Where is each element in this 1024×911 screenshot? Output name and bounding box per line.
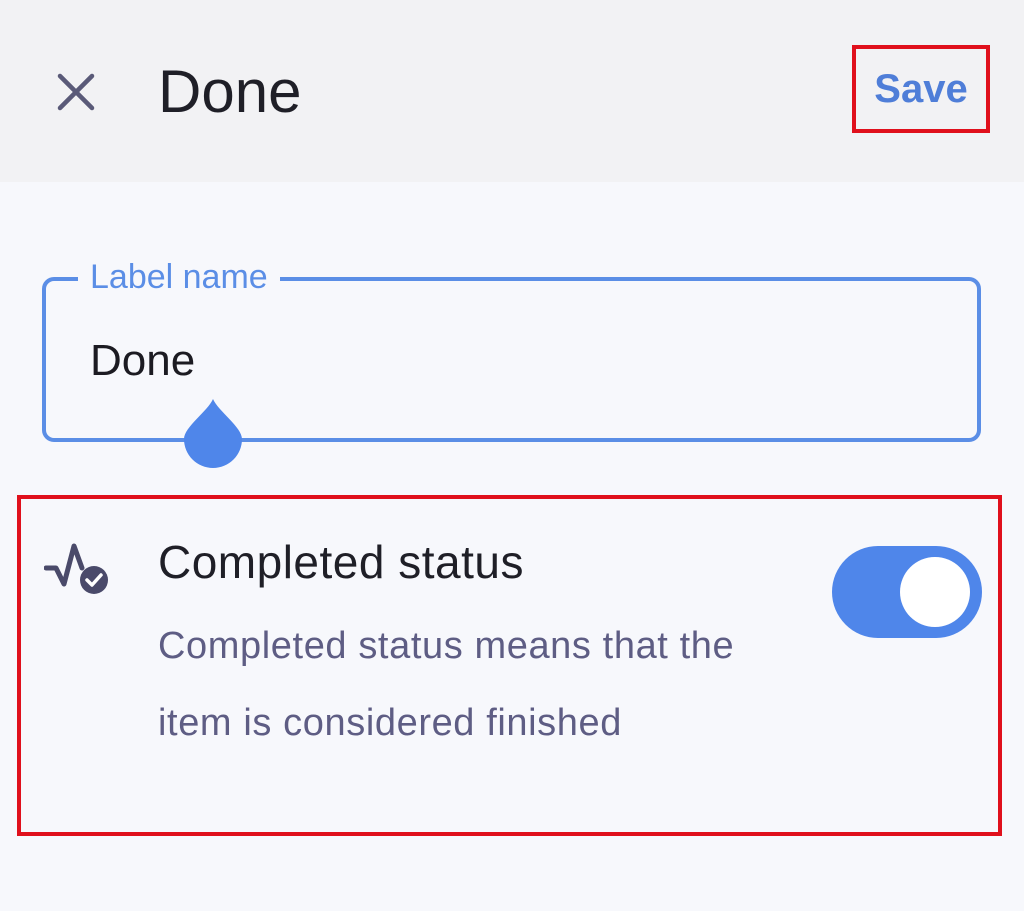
toggle-knob <box>900 557 970 627</box>
save-button[interactable]: Save <box>852 45 990 133</box>
close-button[interactable] <box>50 66 102 118</box>
label-name-input[interactable]: Done <box>90 334 195 388</box>
completed-status-description: Completed status means that the item is … <box>158 625 735 744</box>
top-app-bar: Done Save <box>0 0 1024 182</box>
close-icon <box>57 73 95 111</box>
page-title: Done <box>158 58 302 125</box>
completed-status-title: Completed status <box>158 536 524 588</box>
text-cursor-handle-icon[interactable] <box>182 397 244 469</box>
completed-status-toggle[interactable] <box>832 546 982 638</box>
label-name-field-label: Label name <box>78 256 280 298</box>
status-check-icon <box>44 543 108 594</box>
